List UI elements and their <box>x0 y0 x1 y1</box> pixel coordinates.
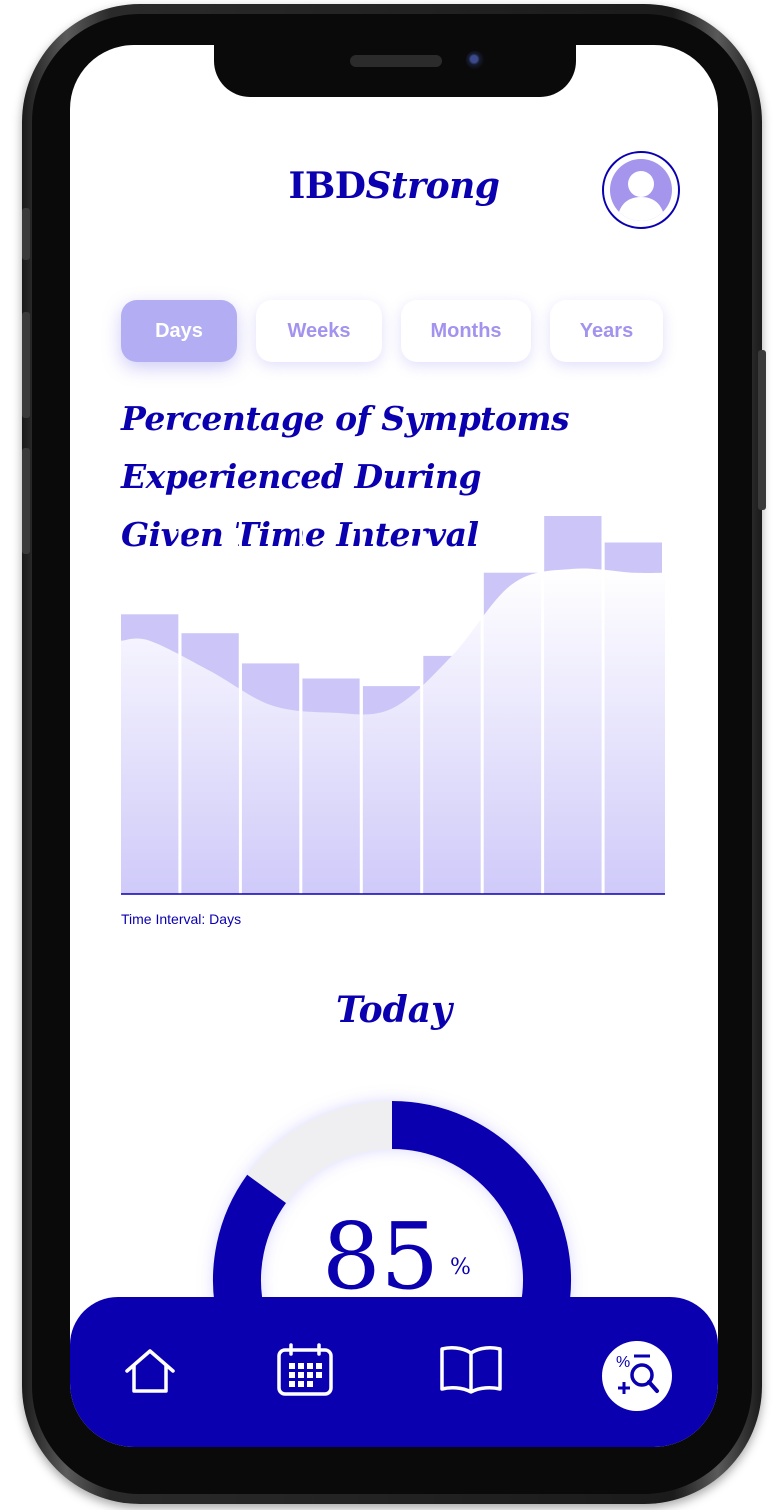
percent-search-icon[interactable]: % <box>602 1341 672 1416</box>
svg-text:%: % <box>616 1354 630 1371</box>
calendar-icon[interactable] <box>276 1343 334 1402</box>
book-icon[interactable] <box>438 1343 504 1400</box>
power-button <box>758 350 766 510</box>
mute-switch <box>22 208 30 260</box>
volume-down-button <box>22 448 30 554</box>
volume-up-button <box>22 312 30 418</box>
app-screen: IBDStrong Days Weeks Months Years Percen… <box>70 45 718 1447</box>
bottom-tab-bar: % <box>70 1297 718 1447</box>
today-percentage-unit: % <box>450 1255 471 1280</box>
today-percentage-value: 85 <box>322 1203 440 1310</box>
home-icon[interactable] <box>122 1347 178 1400</box>
